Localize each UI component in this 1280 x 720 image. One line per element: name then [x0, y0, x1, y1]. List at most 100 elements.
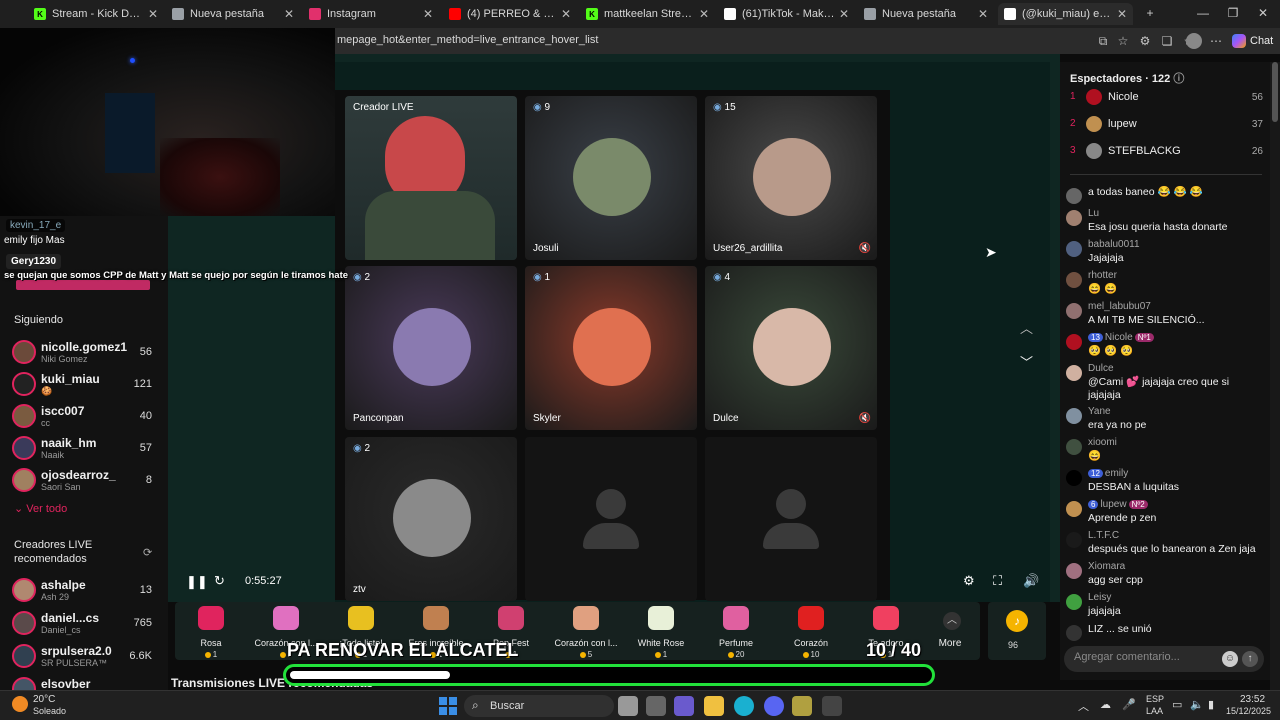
emoji-icon[interactable]: ☺	[1222, 651, 1238, 667]
chat-message[interactable]: Dulce @Cami 💕 jajajaja creo que si jajaja…	[1066, 363, 1264, 401]
sidebar-channel[interactable]: nicolle.gomez1 Niki Gomez 56	[12, 338, 162, 366]
close-tab-icon[interactable]: ✕	[1117, 7, 1127, 21]
sidebar-channel[interactable]: naaik_hm Naaik 57	[12, 434, 162, 462]
close-window-icon[interactable]: ✕	[1253, 6, 1273, 20]
store-icon[interactable]	[646, 696, 666, 716]
close-tab-icon[interactable]: ✕	[839, 7, 849, 21]
collections-icon[interactable]: ❏	[1159, 33, 1175, 49]
edge-icon[interactable]	[734, 696, 754, 716]
address-bar[interactable]: mepage_hot&enter_method=live_entrance_ho…	[335, 28, 1280, 54]
ranking-row[interactable]: 3 STEFBLACKG 26	[1068, 142, 1263, 162]
clock-date[interactable]: 15/12/2025	[1226, 706, 1271, 716]
pause-icon[interactable]: ❚❚	[186, 574, 208, 590]
task-view-icon[interactable]	[618, 696, 638, 716]
close-tab-icon[interactable]: ✕	[284, 7, 294, 21]
volume-icon[interactable]: 🔊	[1023, 573, 1039, 589]
refresh-recommended-icon[interactable]: ⟳	[143, 546, 152, 559]
gift-item[interactable]: Perfume 20	[700, 606, 772, 659]
copilot-icon[interactable]	[674, 696, 694, 716]
scrollbar-thumb[interactable]	[1272, 62, 1278, 122]
guest-tile[interactable]: ◉ 2 ztv	[345, 437, 517, 601]
browser-tab[interactable]: K Stream - Kick Dashboard ✕	[28, 3, 164, 25]
chat-message[interactable]: mel_labubu07 A MI TB ME SILENCIÓ...	[1066, 301, 1264, 331]
guest-tile[interactable]: ◉ 4 Dulce 🔇	[705, 266, 877, 430]
lang-2[interactable]: LAA	[1146, 706, 1163, 716]
chat-message[interactable]: Yane era ya no pe	[1066, 406, 1264, 436]
comment-box[interactable]: ☺ ↑	[1064, 646, 1264, 672]
browser-tab[interactable]: (4) PERREO & REGGAETON (✕	[443, 3, 577, 25]
clock-time[interactable]: 23:52	[1240, 694, 1265, 705]
windows-start-icon[interactable]	[438, 696, 458, 716]
url-text[interactable]: mepage_hot&enter_method=live_entrance_ho…	[337, 34, 598, 46]
onedrive-icon[interactable]: ☁	[1100, 698, 1111, 711]
taskbar-search[interactable]: ⌕ Buscar	[464, 695, 614, 717]
lang-1[interactable]: ESP	[1146, 694, 1164, 704]
gift-item[interactable]: Corazón con l... 5	[550, 606, 622, 659]
close-tab-icon[interactable]: ✕	[699, 7, 709, 21]
close-tab-icon[interactable]: ✕	[423, 7, 433, 21]
sidebar-channel[interactable]: elsovber	[12, 675, 162, 690]
chat-message[interactable]: 13 Nicole Nº1 🥺 🥺 🥺	[1066, 332, 1264, 362]
close-tab-icon[interactable]: ✕	[148, 7, 158, 21]
info-icon[interactable]: ⓘ	[1173, 73, 1184, 85]
chat-message[interactable]: 6 lupew Nº2 Aprende p zen	[1066, 499, 1264, 529]
settings-icon[interactable]: ⚙	[963, 573, 975, 589]
chat-message[interactable]: L.T.F.C después que lo banearon a Zen jaj…	[1066, 530, 1264, 560]
copilot-chat-button[interactable]: Chat	[1232, 32, 1273, 50]
fullscreen-icon[interactable]: ⛶	[993, 573, 1002, 589]
ranking-row[interactable]: 2 lupew 37	[1068, 115, 1263, 135]
app-icon[interactable]	[792, 696, 812, 716]
chat-message[interactable]: 12 emily DESBAN a luquitas	[1066, 468, 1264, 498]
volume-tray-icon[interactable]: 🔈	[1190, 698, 1204, 711]
sidebar-channel[interactable]: ojosdearroz_ Saori San 8	[12, 466, 162, 494]
ranking-row[interactable]: 1 Nicole 56	[1068, 88, 1263, 108]
guest-tile[interactable]: ◉ 1 Skyler	[525, 266, 697, 430]
browser-tab[interactable]: Instagram ✕	[303, 3, 439, 25]
favorite-star-icon[interactable]: ☆	[1115, 33, 1131, 49]
obs-icon[interactable]	[822, 696, 842, 716]
comment-input[interactable]	[1074, 651, 1224, 663]
browser-tab[interactable]: Nueva pestaña ✕	[858, 3, 994, 25]
guest-tile[interactable]	[705, 437, 877, 601]
discord-icon[interactable]	[764, 696, 784, 716]
scroll-down-icon[interactable]: ﹀	[1020, 352, 1033, 371]
browser-tab[interactable]: Nueva pestaña ✕	[166, 3, 300, 25]
coin-balance[interactable]: ♪ 96	[988, 602, 1046, 660]
guest-tile[interactable]	[525, 437, 697, 601]
browser-tab[interactable]: (61)TikTok - Make Your Day ✕	[718, 3, 855, 25]
gift-item[interactable]: White Rose 1	[625, 606, 697, 659]
guest-tile[interactable]: ◉ 9 Josuli	[525, 96, 697, 260]
profile-avatar-icon[interactable]	[1186, 33, 1202, 49]
chat-message[interactable]: Xiomara agg ser cpp	[1066, 561, 1264, 591]
see-all-link[interactable]: ⌄ Ver todo	[14, 502, 67, 515]
file-explorer-icon[interactable]	[704, 696, 724, 716]
chat-message[interactable]: xioomi 😄	[1066, 437, 1264, 467]
gift-item[interactable]: Corazón 10	[775, 606, 847, 659]
sidebar-channel[interactable]: iscc007 cc 40	[12, 402, 162, 430]
network-icon[interactable]: ▭	[1172, 698, 1182, 711]
battery-icon[interactable]: ▮	[1208, 698, 1214, 711]
maximize-icon[interactable]: ❐	[1223, 6, 1243, 20]
refresh-icon[interactable]: ↻	[214, 573, 225, 589]
guest-tile[interactable]: Creador LIVE	[345, 96, 517, 260]
guest-tile[interactable]: ◉ 2 Panconpan	[345, 266, 517, 430]
browser-tab[interactable]: Kmattkeelan Stream - Watch L ✕	[580, 3, 715, 25]
more-gifts-button[interactable]: ︿ More	[939, 612, 964, 649]
scroll-up-icon[interactable]: ︿	[1020, 318, 1033, 337]
minimize-icon[interactable]: —	[1193, 6, 1213, 20]
close-tab-icon[interactable]: ✕	[978, 7, 988, 21]
chat-message[interactable]: Leisy jajajaja	[1066, 592, 1264, 622]
mic-icon[interactable]: 🎤	[1122, 698, 1136, 711]
chat-message[interactable]: babalu0011 Jajajaja	[1066, 239, 1264, 269]
guest-tile[interactable]: ◉ 15 User26_ardillita 🔇	[705, 96, 877, 260]
sidebar-channel[interactable]: kuki_miau 🍪 121	[12, 370, 162, 398]
sidebar-channel[interactable]: daniel...cs Daniel_cs 765	[12, 609, 162, 637]
new-tab-button[interactable]: +	[1140, 6, 1160, 20]
gift-item[interactable]: Rosa 1	[175, 606, 247, 659]
extensions-icon[interactable]: ⚙	[1137, 33, 1153, 49]
send-icon[interactable]: ↑	[1242, 651, 1258, 667]
open-in-app-icon[interactable]: ⧉	[1095, 33, 1111, 49]
page-scrollbar[interactable]	[1270, 62, 1280, 690]
more-menu-icon[interactable]: ⋯	[1208, 33, 1224, 49]
chat-message[interactable]: Lu Esa josu queria hasta donarte	[1066, 208, 1264, 238]
